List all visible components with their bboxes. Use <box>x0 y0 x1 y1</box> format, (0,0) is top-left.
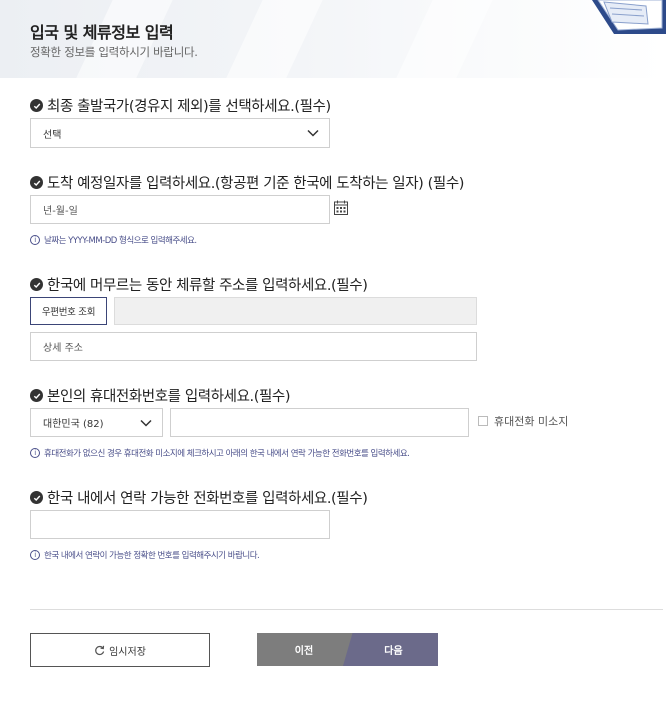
temp-save-label: 임시저장 <box>109 646 146 658</box>
detail-address-input[interactable]: 상세 주소 <box>30 332 477 361</box>
page-subtitle: 정확한 정보를 입력하시기 바랍니다. <box>30 45 198 59</box>
note-text: 휴대전화가 없으신 경우 휴대전화 미소지에 체크하시고 아래의 한국 내에서 … <box>44 449 410 459</box>
question-label: 한국에 머무르는 동안 체류할 주소를 입력하세요.(필수) <box>47 278 368 294</box>
note-text: 날짜는 YYYY-MM-DD 형식으로 입력해주세요. <box>44 236 197 246</box>
question-label: 최종 출발국가(경유지 제외)를 선택하세요.(필수) <box>47 99 331 115</box>
no-phone-label[interactable]: 휴대전화 미소지 <box>494 413 568 429</box>
select-value: 선택 <box>43 129 62 141</box>
note-text: 한국 내에서 연락이 가능한 정확한 번호를 입력해주시기 바랍니다. <box>44 551 260 561</box>
contact-phone-input[interactable] <box>30 510 330 539</box>
departure-country-select[interactable]: 선택 <box>30 118 330 148</box>
contact-phone-note: i 한국 내에서 연락이 가능한 정확한 번호를 입력해주시기 바랍니다. <box>30 549 260 561</box>
question-stay-address: 한국에 머무르는 동안 체류할 주소를 입력하세요.(필수) <box>30 274 368 295</box>
detail-address-placeholder: 상세 주소 <box>43 343 83 354</box>
postcode-search-button[interactable]: 우편번호 조회 <box>30 297 107 325</box>
refresh-icon <box>95 645 105 655</box>
calendar-icon[interactable] <box>334 200 348 215</box>
check-circle-icon <box>30 278 43 291</box>
address-field[interactable] <box>114 297 477 325</box>
check-circle-icon <box>30 491 43 504</box>
info-icon: i <box>30 550 40 560</box>
country-code-select[interactable]: 대한민국 (82) <box>30 408 163 437</box>
chevron-down-icon <box>307 129 319 137</box>
mobile-phone-input[interactable] <box>170 408 469 437</box>
date-placeholder: 년-월-일 <box>43 206 78 217</box>
question-mobile-phone: 본인의 휴대전화번호를 입력하세요.(필수) <box>30 385 291 406</box>
question-departure-country: 최종 출발국가(경유지 제외)를 선택하세요.(필수) <box>30 95 331 116</box>
temp-save-button[interactable]: 임시저장 <box>30 633 210 667</box>
check-circle-icon <box>30 389 43 402</box>
date-format-note: i 날짜는 YYYY-MM-DD 형식으로 입력해주세요. <box>30 234 197 246</box>
question-label: 한국 내에서 연락 가능한 전화번호를 입력하세요.(필수) <box>47 491 368 507</box>
page-title: 입국 및 체류정보 입력 <box>30 23 174 42</box>
question-label: 도착 예정일자를 입력하세요.(항공편 기준 한국에 도착하는 일자) (필수) <box>47 176 465 192</box>
prev-button[interactable]: 이전 <box>257 633 357 666</box>
passport-illustration-icon <box>592 0 666 34</box>
divider <box>30 609 663 610</box>
question-label: 본인의 휴대전화번호를 입력하세요.(필수) <box>47 389 291 405</box>
arrival-date-input[interactable]: 년-월-일 <box>30 195 330 224</box>
next-button[interactable]: 다음 <box>343 633 438 666</box>
question-arrival-date: 도착 예정일자를 입력하세요.(항공편 기준 한국에 도착하는 일자) (필수) <box>30 172 464 193</box>
mobile-phone-note: i 휴대전화가 없으신 경우 휴대전화 미소지에 체크하시고 아래의 한국 내에… <box>30 447 410 459</box>
check-circle-icon <box>30 99 43 112</box>
info-icon: i <box>30 448 40 458</box>
page-header: 입국 및 체류정보 입력 정확한 정보를 입력하시기 바랍니다. <box>0 0 666 78</box>
check-circle-icon <box>30 176 43 189</box>
no-phone-checkbox[interactable] <box>478 416 488 426</box>
select-value: 대한민국 (82) <box>43 419 104 430</box>
question-contact-phone: 한국 내에서 연락 가능한 전화번호를 입력하세요.(필수) <box>30 487 368 508</box>
chevron-down-icon <box>140 419 152 427</box>
info-icon: i <box>30 235 40 245</box>
